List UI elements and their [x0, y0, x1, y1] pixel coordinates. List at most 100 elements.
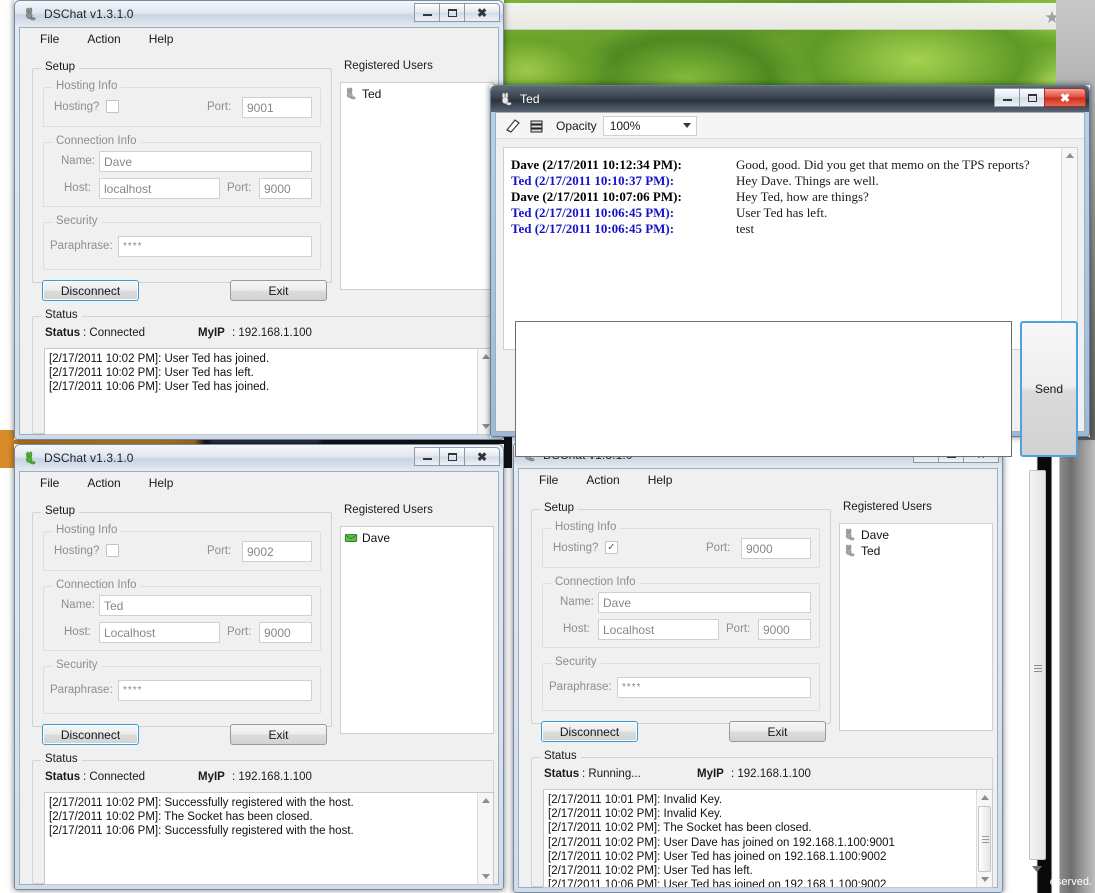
- window-dschat-client-ted[interactable]: DSChat v1.3.1.0 ✖ File Action Help Setup…: [14, 444, 504, 890]
- list-item[interactable]: Ted: [843, 543, 992, 558]
- disconnect-button[interactable]: Disconnect: [42, 724, 139, 745]
- chat-scrollbar[interactable]: [1061, 148, 1077, 349]
- scroll-up-arrow-icon[interactable]: [977, 790, 992, 805]
- maximize-button[interactable]: [439, 447, 465, 466]
- hosting-label: Hosting?: [54, 545, 100, 557]
- paraphrase-input[interactable]: ****: [617, 677, 811, 698]
- scrollbar-thumb[interactable]: [978, 806, 991, 872]
- titlebar-client-ted[interactable]: DSChat v1.3.1.0 ✖: [15, 445, 503, 471]
- hosting-checkbox[interactable]: ✓: [605, 541, 618, 554]
- window-controls[interactable]: ✖: [994, 88, 1086, 107]
- scroll-up-arrow-icon[interactable]: [478, 793, 493, 808]
- list-item[interactable]: Ted: [344, 86, 493, 101]
- conn-port-input[interactable]: 9000: [259, 178, 312, 199]
- chat-message: Dave (2/17/2011 10:07:06 PM): Hey Ted, h…: [504, 189, 1077, 205]
- minimize-button[interactable]: [414, 3, 440, 22]
- menu-file[interactable]: File: [529, 471, 568, 489]
- connection-info-legend: Connection Info: [551, 576, 640, 588]
- hosting-checkbox[interactable]: [106, 544, 119, 557]
- menu-help[interactable]: Help: [139, 30, 184, 48]
- menu-help[interactable]: Help: [139, 474, 184, 492]
- host-input[interactable]: localhost: [99, 178, 220, 199]
- menu-action[interactable]: Action: [77, 474, 130, 492]
- browser-scrollbar[interactable]: [1029, 470, 1046, 860]
- registered-users-list[interactable]: Dave: [340, 526, 494, 734]
- bunny-icon: [23, 7, 38, 22]
- menubar[interactable]: File Action Help: [20, 472, 498, 494]
- conn-port-input[interactable]: 9000: [259, 622, 312, 643]
- registered-users-list[interactable]: Ted: [340, 82, 494, 290]
- scroll-down-arrow-icon[interactable]: [977, 872, 992, 887]
- paraphrase-input[interactable]: ****: [118, 680, 312, 701]
- opacity-dropdown[interactable]: 100%: [602, 115, 697, 136]
- menu-file[interactable]: File: [30, 30, 69, 48]
- chat-sender: Ted (2/17/2011 10:10:37 PM):: [511, 173, 675, 188]
- titlebar-client-dave[interactable]: DSChat v1.3.1.0 ✖: [15, 1, 503, 27]
- myip-key: MyIP: [697, 768, 724, 780]
- save-stack-icon[interactable]: [528, 117, 546, 135]
- chat-text: test: [736, 221, 755, 236]
- menubar[interactable]: File Action Help: [519, 469, 997, 491]
- menu-action[interactable]: Action: [576, 471, 629, 489]
- menu-action[interactable]: Action: [77, 30, 130, 48]
- hosting-port-label: Port:: [207, 101, 232, 113]
- setup-legend: Setup: [41, 505, 80, 517]
- exit-button[interactable]: Exit: [230, 280, 327, 301]
- chat-toolbar[interactable]: Opacity 100%: [496, 113, 1084, 139]
- titlebar-chat[interactable]: Ted ✖: [491, 86, 1089, 112]
- window-dschat-server-dave[interactable]: DSChat v1.3.1.0 ✖ File Action Help Setup…: [513, 441, 1003, 893]
- window-chat-ted[interactable]: Ted ✖ Opacity 100% Dave (2/17/2011 10:12…: [490, 85, 1090, 457]
- status-log[interactable]: [2/17/2011 10:01 PM]: Invalid Key. [2/17…: [543, 789, 993, 888]
- minimize-button[interactable]: [994, 88, 1020, 107]
- menu-help[interactable]: Help: [638, 471, 683, 489]
- menubar[interactable]: File Action Help: [20, 28, 498, 50]
- paraphrase-input[interactable]: ****: [118, 236, 312, 257]
- hosting-port-input[interactable]: 9002: [242, 541, 312, 562]
- browser-toolbar[interactable]: ★: [498, 3, 1095, 30]
- eraser-icon[interactable]: [504, 117, 522, 135]
- scroll-down-arrow-icon[interactable]: [478, 869, 493, 884]
- name-label: Name:: [560, 596, 594, 608]
- close-button[interactable]: ✖: [1044, 88, 1086, 107]
- list-item[interactable]: Dave: [843, 527, 992, 542]
- maximize-button[interactable]: [439, 3, 465, 22]
- status-key: Status: [544, 768, 580, 780]
- name-input[interactable]: Dave: [99, 151, 312, 172]
- log-line: [2/17/2011 10:02 PM]: User Ted has joine…: [548, 850, 887, 863]
- window-controls[interactable]: ✖: [414, 447, 500, 466]
- window-dschat-client-dave[interactable]: DSChat v1.3.1.0 ✖ File Action Help Setup…: [14, 0, 504, 440]
- hosting-checkbox[interactable]: [106, 100, 119, 113]
- status-legend: Status: [540, 750, 581, 762]
- maximize-button[interactable]: [1019, 88, 1045, 107]
- conn-port-input[interactable]: 9000: [758, 619, 811, 640]
- disconnect-button[interactable]: Disconnect: [541, 721, 638, 742]
- window-controls[interactable]: ✖: [414, 3, 500, 22]
- name-input[interactable]: Ted: [99, 595, 312, 616]
- hosting-port-input[interactable]: 9000: [741, 538, 811, 559]
- exit-button[interactable]: Exit: [729, 721, 826, 742]
- list-item[interactable]: Dave: [344, 530, 493, 545]
- hosting-port-input[interactable]: 9001: [242, 97, 312, 118]
- status-log[interactable]: [2/17/2011 10:02 PM]: Successfully regis…: [44, 792, 494, 885]
- minimize-button[interactable]: [414, 447, 440, 466]
- name-input[interactable]: Dave: [598, 592, 811, 613]
- log-scrollbar[interactable]: [976, 790, 992, 887]
- menu-file[interactable]: File: [30, 474, 69, 492]
- connection-info-group: Connection Info Name: Dave Host: localho…: [43, 135, 321, 207]
- status-log[interactable]: [2/17/2011 10:02 PM]: User Ted has joine…: [44, 348, 494, 435]
- chat-message-input[interactable]: [515, 321, 1012, 457]
- user-name: Dave: [861, 527, 890, 542]
- scrollbar-down-arrow-icon[interactable]: [1032, 866, 1042, 872]
- registered-users-list[interactable]: Dave Ted: [839, 523, 993, 731]
- exit-button[interactable]: Exit: [230, 724, 327, 745]
- chat-transcript[interactable]: Dave (2/17/2011 10:12:34 PM): Good, good…: [503, 147, 1078, 350]
- host-input[interactable]: Localhost: [99, 622, 220, 643]
- setup-group: Setup Hosting Info Hosting? ✓ Port: 9000…: [531, 502, 831, 724]
- disconnect-button[interactable]: Disconnect: [42, 280, 139, 301]
- send-button[interactable]: Send: [1020, 321, 1078, 457]
- close-button[interactable]: ✖: [464, 447, 500, 466]
- host-input[interactable]: Localhost: [598, 619, 719, 640]
- scroll-up-arrow-icon[interactable]: [1062, 148, 1077, 163]
- close-button[interactable]: ✖: [464, 3, 500, 22]
- log-scrollbar[interactable]: [477, 793, 493, 884]
